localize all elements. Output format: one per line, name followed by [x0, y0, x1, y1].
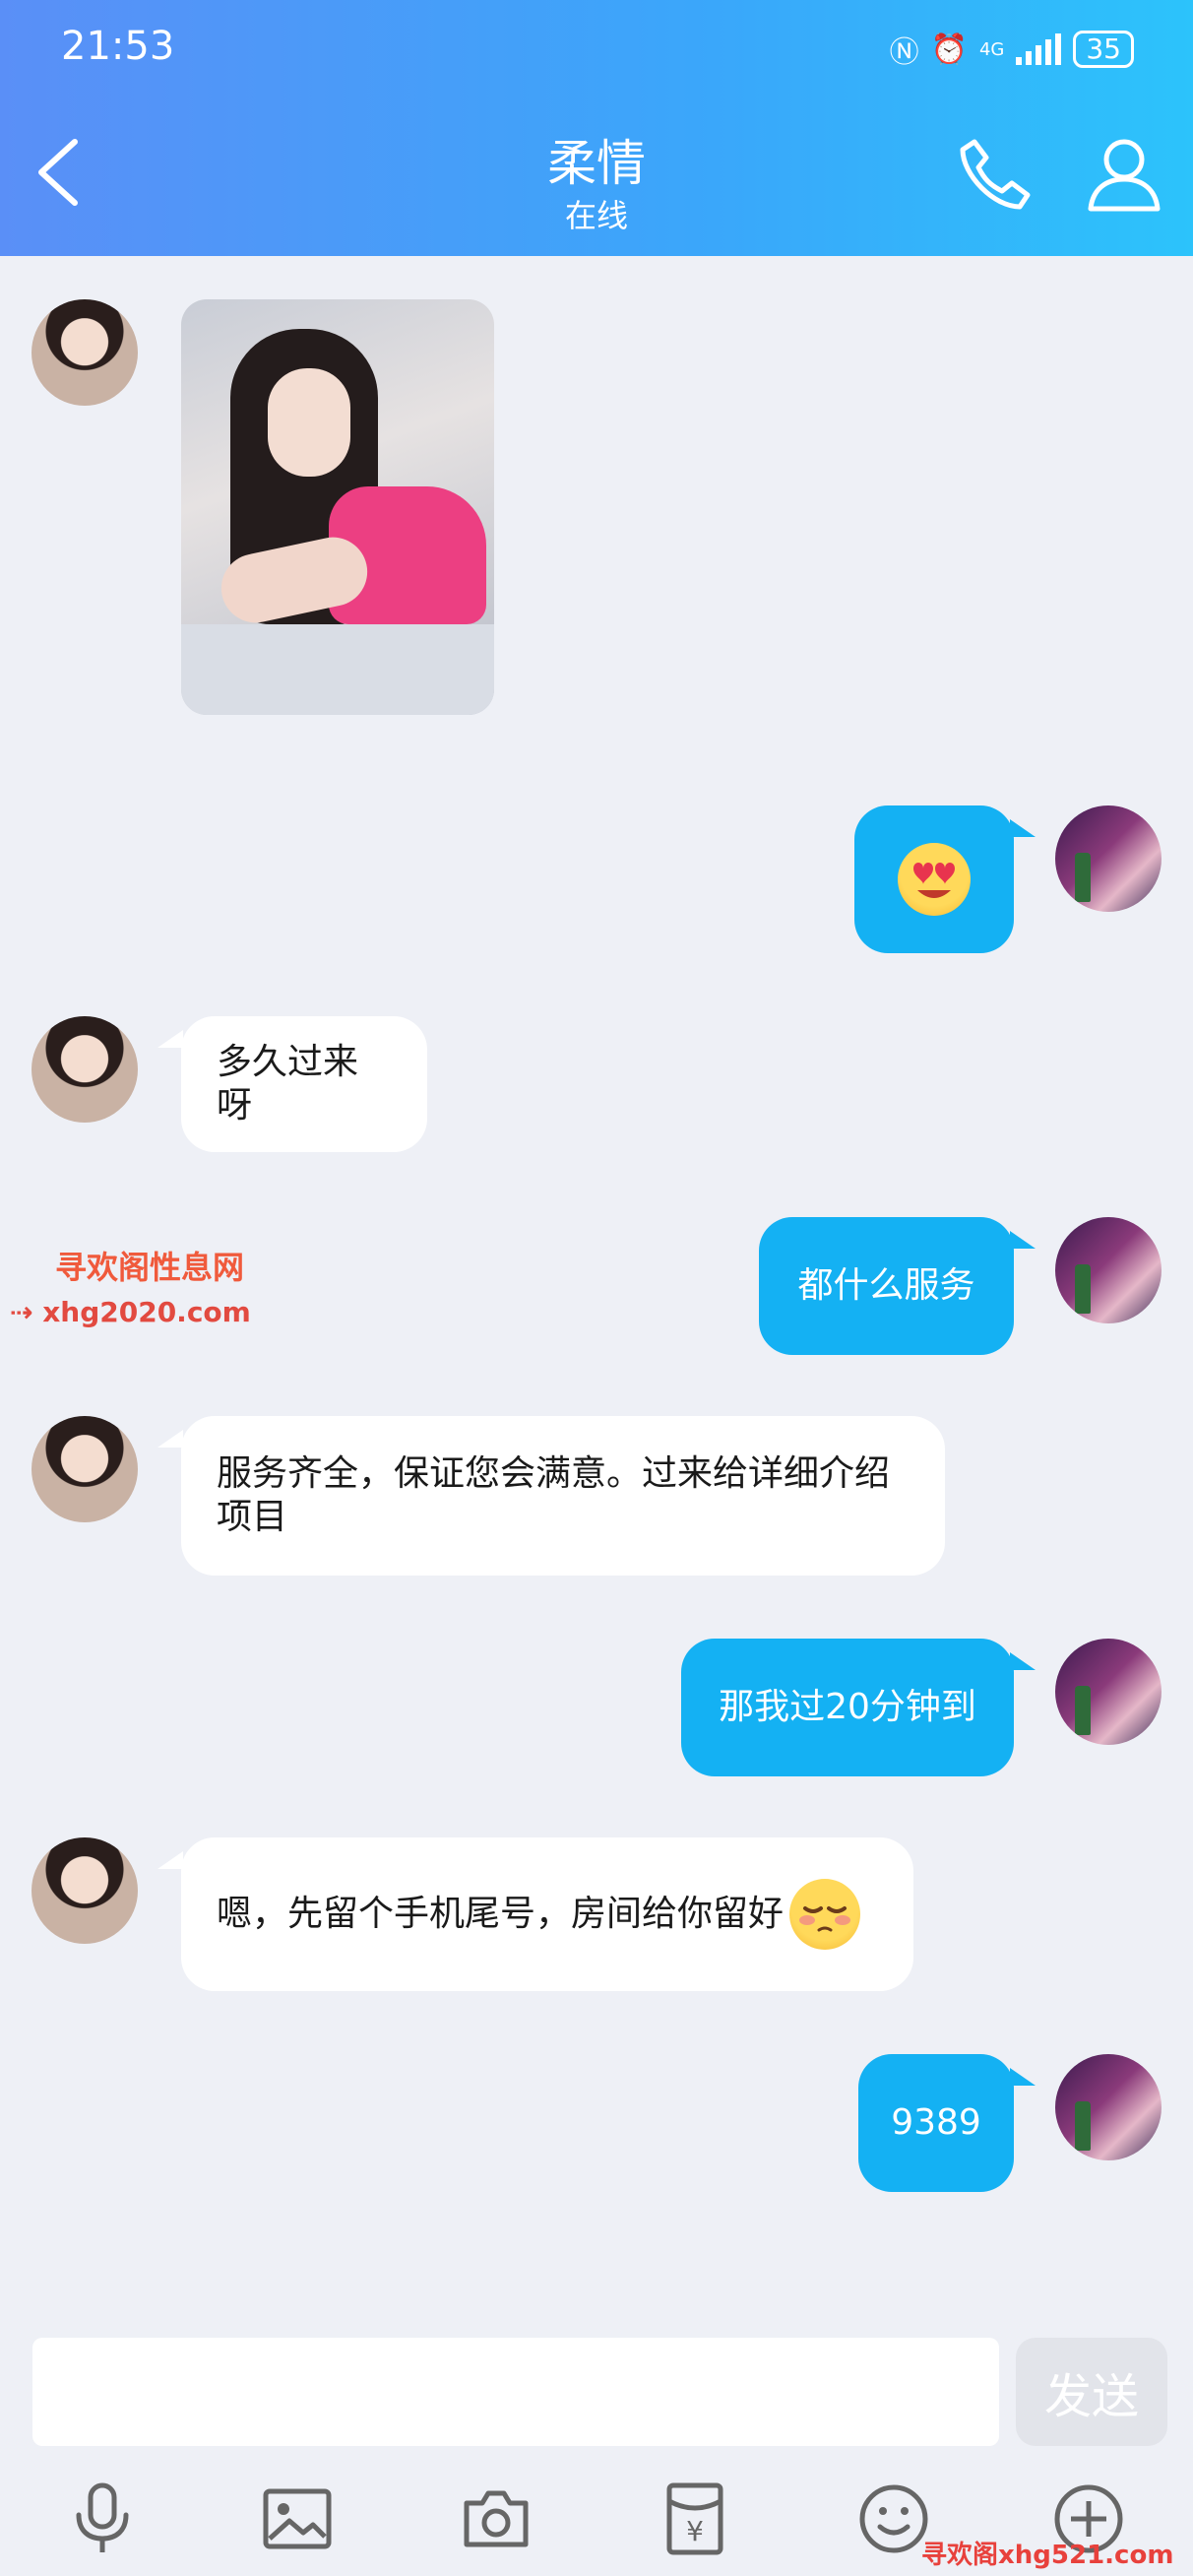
arrow-icon: ⇢: [10, 1296, 43, 1328]
message-input[interactable]: [32, 2338, 999, 2446]
contact-avatar[interactable]: [31, 1837, 138, 1944]
message-bubble-outgoing[interactable]: 都什么服务: [759, 1217, 1014, 1355]
my-avatar[interactable]: [1055, 805, 1162, 912]
bubble-tail: [157, 1430, 183, 1448]
bubble-tail: [157, 1851, 183, 1869]
message-bubble-outgoing[interactable]: 那我过20分钟到: [681, 1639, 1014, 1776]
red-packet-icon[interactable]: ¥: [658, 2481, 732, 2556]
message-bubble-emoji[interactable]: [854, 805, 1014, 953]
profile-icon[interactable]: [1083, 132, 1165, 215]
svg-text:¥: ¥: [686, 2515, 704, 2547]
camera-icon[interactable]: [459, 2481, 534, 2556]
my-avatar[interactable]: [1055, 2054, 1162, 2160]
contact-avatar[interactable]: [31, 1016, 138, 1123]
bubble-tail: [1010, 1231, 1036, 1249]
watermark-site-text: xhg2020.com: [42, 1296, 251, 1328]
watermark-name: 寻欢阁性息网: [55, 1249, 245, 1286]
message-text: 那我过20分钟到: [719, 1687, 976, 1727]
bubble-tail: [1010, 819, 1036, 837]
message-bubble-incoming[interactable]: 嗯，先留个手机尾号，房间给你留好: [181, 1837, 913, 1991]
watermark-site: ⇢ xhg2020.com: [10, 1296, 251, 1328]
emoji-icon[interactable]: [856, 2481, 931, 2556]
message-text: 多久过来呀: [217, 1042, 359, 1126]
shy-emoji-icon: [789, 1879, 861, 1950]
heart-eyes-emoji-icon: [898, 843, 971, 916]
bubble-tail: [1010, 1652, 1036, 1670]
my-avatar[interactable]: [1055, 1639, 1162, 1745]
my-avatar[interactable]: [1055, 1217, 1162, 1323]
message-bubble-incoming[interactable]: 多久过来呀: [181, 1016, 427, 1152]
contact-avatar[interactable]: [31, 299, 138, 406]
nfc-icon: Ⓝ: [889, 35, 919, 70]
phone-call-icon[interactable]: [955, 134, 1034, 213]
chat-header: 21:53 Ⓝ ⏰ 4G 35 柔情 在线: [0, 0, 1193, 256]
battery-indicator: 35: [1073, 31, 1134, 68]
message-text-line1: 服务齐全，保证您会满意。过来给详细介绍: [217, 1453, 891, 1494]
contact-avatar[interactable]: [31, 1416, 138, 1522]
status-time: 21:53: [61, 24, 175, 69]
network-type: 4G: [978, 38, 1005, 60]
microphone-icon[interactable]: [65, 2481, 140, 2556]
status-icons: Ⓝ ⏰ 4G 35: [890, 28, 1134, 71]
photo-message[interactable]: [181, 299, 494, 715]
bubble-tail: [157, 1030, 183, 1048]
message-text: 都什么服务: [797, 1265, 975, 1306]
bubble-tail: [1010, 2068, 1036, 2086]
message-text: 9389: [891, 2102, 981, 2143]
alarm-icon: ⏰: [930, 32, 968, 67]
message-text: 嗯，先留个手机尾号，房间给你留好: [217, 1894, 785, 1934]
watermark-footer: 寻欢阁xhg521.com: [921, 2541, 1174, 2570]
message-text-line2: 项目: [217, 1497, 288, 1537]
send-button[interactable]: 发送: [1016, 2338, 1167, 2446]
message-bubble-outgoing[interactable]: 9389: [858, 2054, 1014, 2192]
image-icon[interactable]: [260, 2481, 335, 2556]
message-bubble-incoming[interactable]: 服务齐全，保证您会满意。过来给详细介绍 项目: [181, 1416, 945, 1576]
signal-icon: [1016, 33, 1062, 65]
